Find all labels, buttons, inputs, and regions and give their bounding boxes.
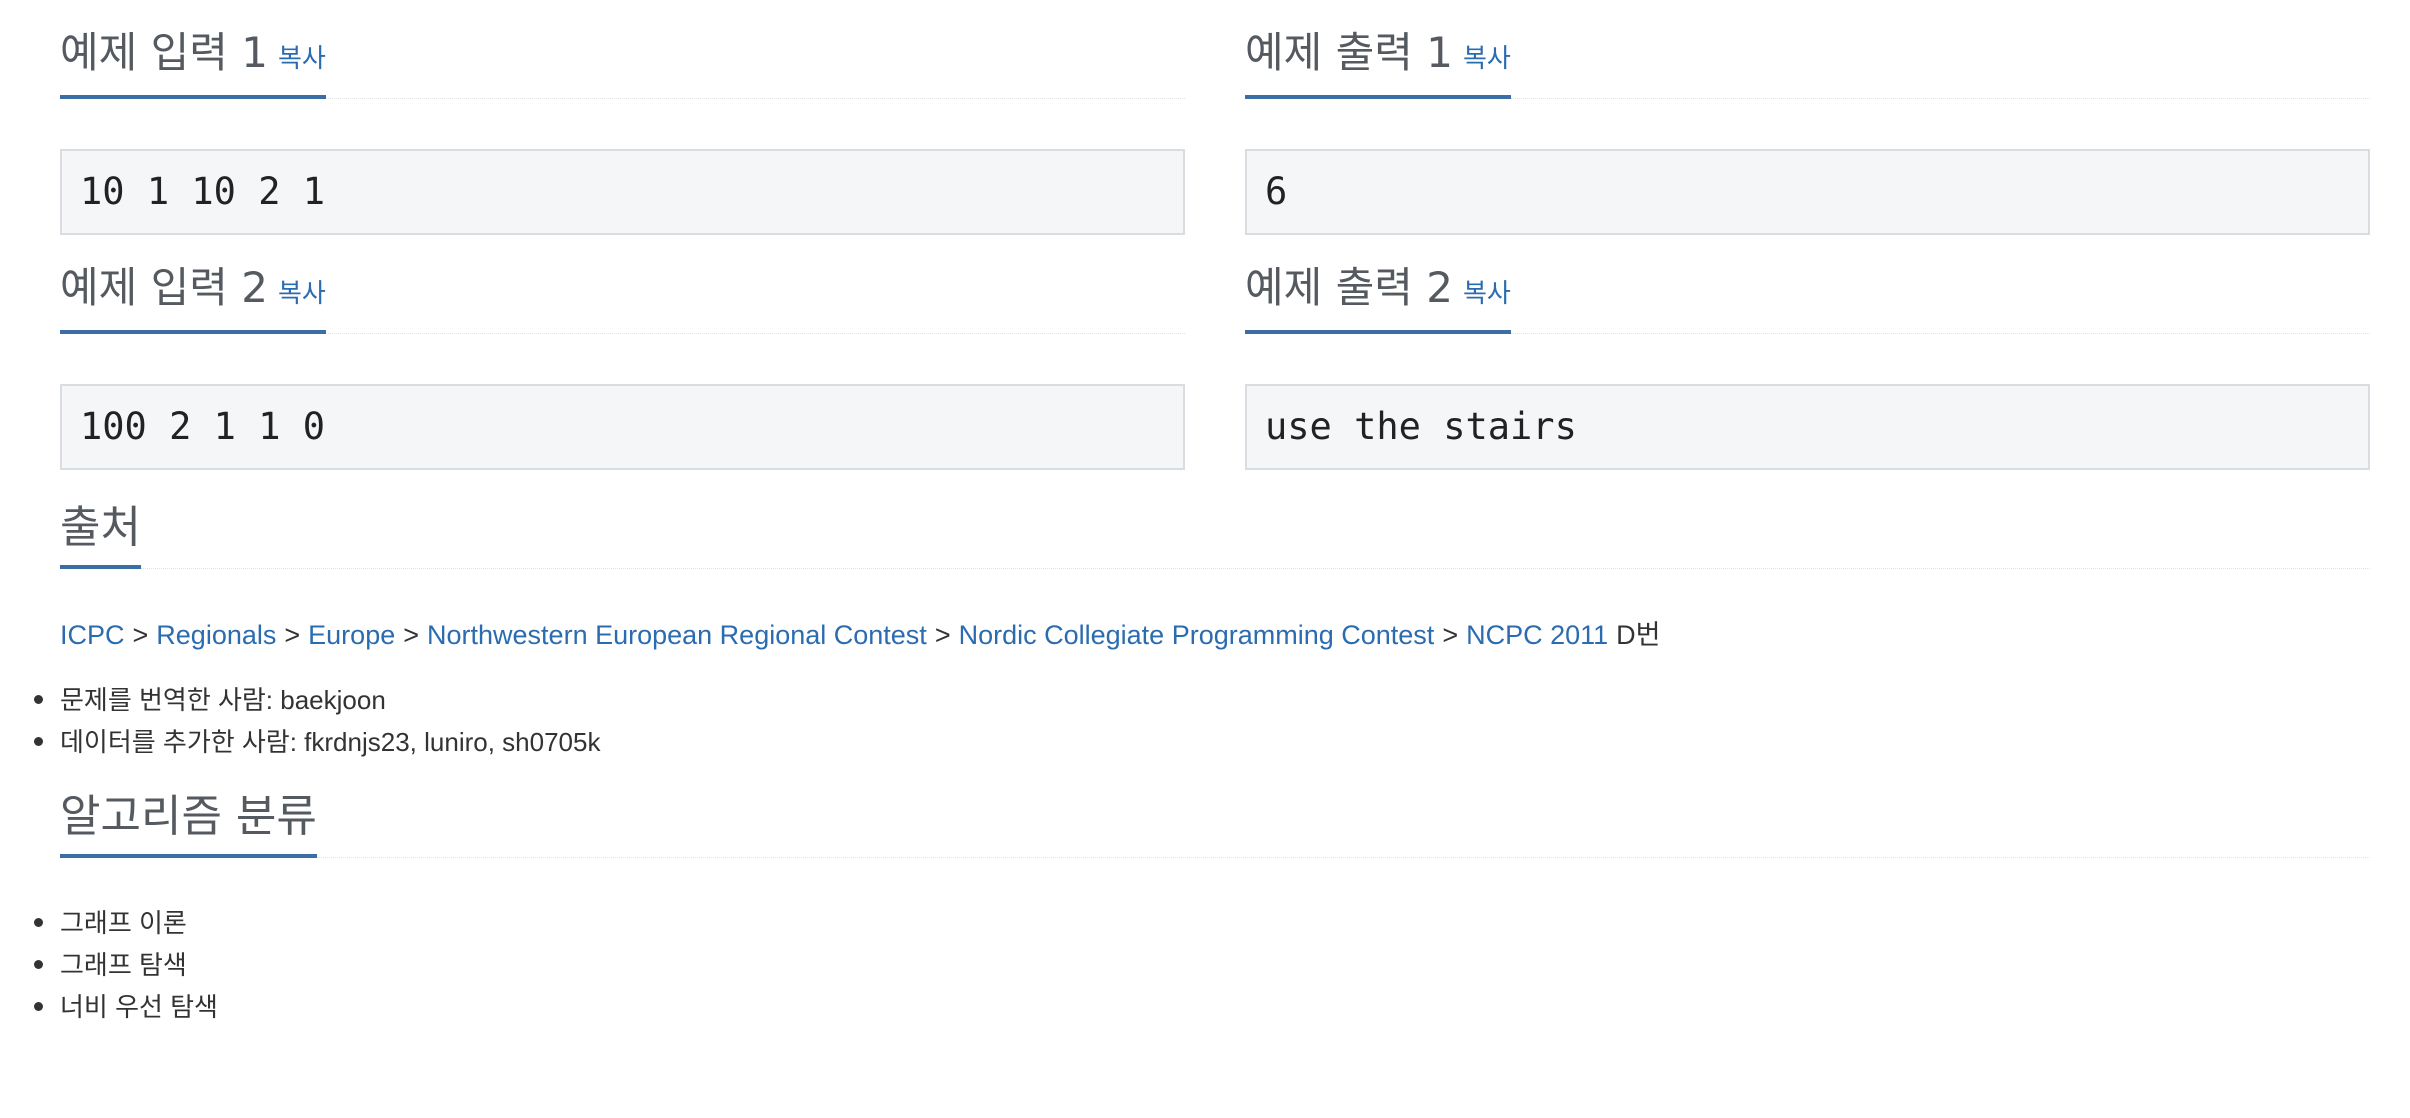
credits-list: 문제를 번역한 사람: baekjoon 데이터를 추가한 사람: fkrdnj…	[34, 679, 2370, 763]
source-breadcrumb: ICPC > Regionals > Europe > Northwestern Europ…	[60, 617, 2370, 653]
copy-sample-output-2-button[interactable]: 복사	[1463, 279, 1511, 309]
algorithm-section: 알고리즘 분류 그래프 이론 그래프 탐색 너비 우선 탐색	[34, 759, 2370, 1028]
sample-output-1-box[interactable]: 6	[1245, 149, 2370, 235]
source-section: 출처 ICPC > Regionals > Europe > Northwestern Eu…	[34, 470, 2370, 763]
copy-sample-input-1-button[interactable]: 복사	[278, 44, 326, 74]
sample-output-2-box[interactable]: use the stairs	[1245, 384, 2370, 470]
breadcrumb-separator: >	[132, 620, 149, 650]
source-link-ncpc-2011[interactable]: NCPC 2011	[1466, 620, 1608, 650]
sample-output-2-heading: 예제 출력 2 복사	[1245, 258, 1511, 334]
copy-sample-output-1-button[interactable]: 복사	[1463, 44, 1511, 74]
credit-translator: 문제를 번역한 사람: baekjoon	[34, 679, 2370, 721]
sample-input-1-section: 예제 입력 1 복사 10 1 10 2 1	[60, 0, 1185, 235]
source-link-icpc[interactable]: ICPC	[60, 620, 125, 650]
algorithm-item[interactable]: 너비 우선 탐색	[34, 986, 2370, 1028]
sample-input-1-title: 예제 입력 1	[60, 28, 268, 77]
breadcrumb-separator: >	[403, 620, 420, 650]
sample-input-2-header: 예제 입력 2 복사	[60, 235, 1185, 334]
sample-output-2-section: 예제 출력 2 복사 use the stairs	[1245, 235, 2370, 470]
breadcrumb-separator: >	[284, 620, 301, 650]
source-link-ncpc-series[interactable]: Nordic Collegiate Programming Contest	[959, 620, 1435, 650]
breadcrumb-separator: >	[1442, 620, 1459, 650]
algorithm-item[interactable]: 그래프 탐색	[34, 944, 2370, 986]
sample-output-1-section: 예제 출력 1 복사 6	[1245, 0, 2370, 235]
sample-output-1-title: 예제 출력 1	[1245, 28, 1453, 77]
algorithm-title: 알고리즘 분류	[60, 786, 317, 858]
source-title: 출처	[60, 497, 141, 569]
credit-data-contributors: 데이터를 추가한 사람: fkrdnjs23, luniro, sh0705k	[34, 721, 2370, 763]
source-problem-letter: D번	[1616, 620, 1661, 650]
sample-input-2-title: 예제 입력 2	[60, 263, 268, 312]
source-link-nwerc[interactable]: Northwestern European Regional Contest	[427, 620, 927, 650]
algorithm-list: 그래프 이론 그래프 탐색 너비 우선 탐색	[34, 902, 2370, 1028]
sample-input-2-section: 예제 입력 2 복사 100 2 1 1 0	[60, 235, 1185, 470]
sample-output-2-header: 예제 출력 2 복사	[1245, 235, 2370, 334]
sample-input-2-box[interactable]: 100 2 1 1 0	[60, 384, 1185, 470]
sample-input-1-header: 예제 입력 1 복사	[60, 0, 1185, 99]
sample-input-1-heading: 예제 입력 1 복사	[60, 23, 326, 99]
source-link-europe[interactable]: Europe	[308, 620, 395, 650]
sample-row-2: 예제 입력 2 복사 100 2 1 1 0 예제 출력 2 복사 use the …	[60, 235, 2370, 470]
sample-row-1: 예제 입력 1 복사 10 1 10 2 1 예제 출력 1 복사 6	[60, 0, 2370, 235]
copy-sample-input-2-button[interactable]: 복사	[278, 279, 326, 309]
problem-page: 예제 입력 1 복사 10 1 10 2 1 예제 출력 1 복사 6 예제 입력 …	[34, 0, 2370, 1028]
source-header: 출처	[60, 470, 2370, 569]
algorithm-item[interactable]: 그래프 이론	[34, 902, 2370, 944]
sample-input-1-box[interactable]: 10 1 10 2 1	[60, 149, 1185, 235]
algorithm-header: 알고리즘 분류	[60, 759, 2370, 858]
sample-output-2-title: 예제 출력 2	[1245, 263, 1453, 312]
source-link-regionals[interactable]: Regionals	[156, 620, 276, 650]
sample-output-1-heading: 예제 출력 1 복사	[1245, 23, 1511, 99]
sample-output-1-header: 예제 출력 1 복사	[1245, 0, 2370, 99]
sample-input-2-heading: 예제 입력 2 복사	[60, 258, 326, 334]
breadcrumb-separator: >	[934, 620, 951, 650]
